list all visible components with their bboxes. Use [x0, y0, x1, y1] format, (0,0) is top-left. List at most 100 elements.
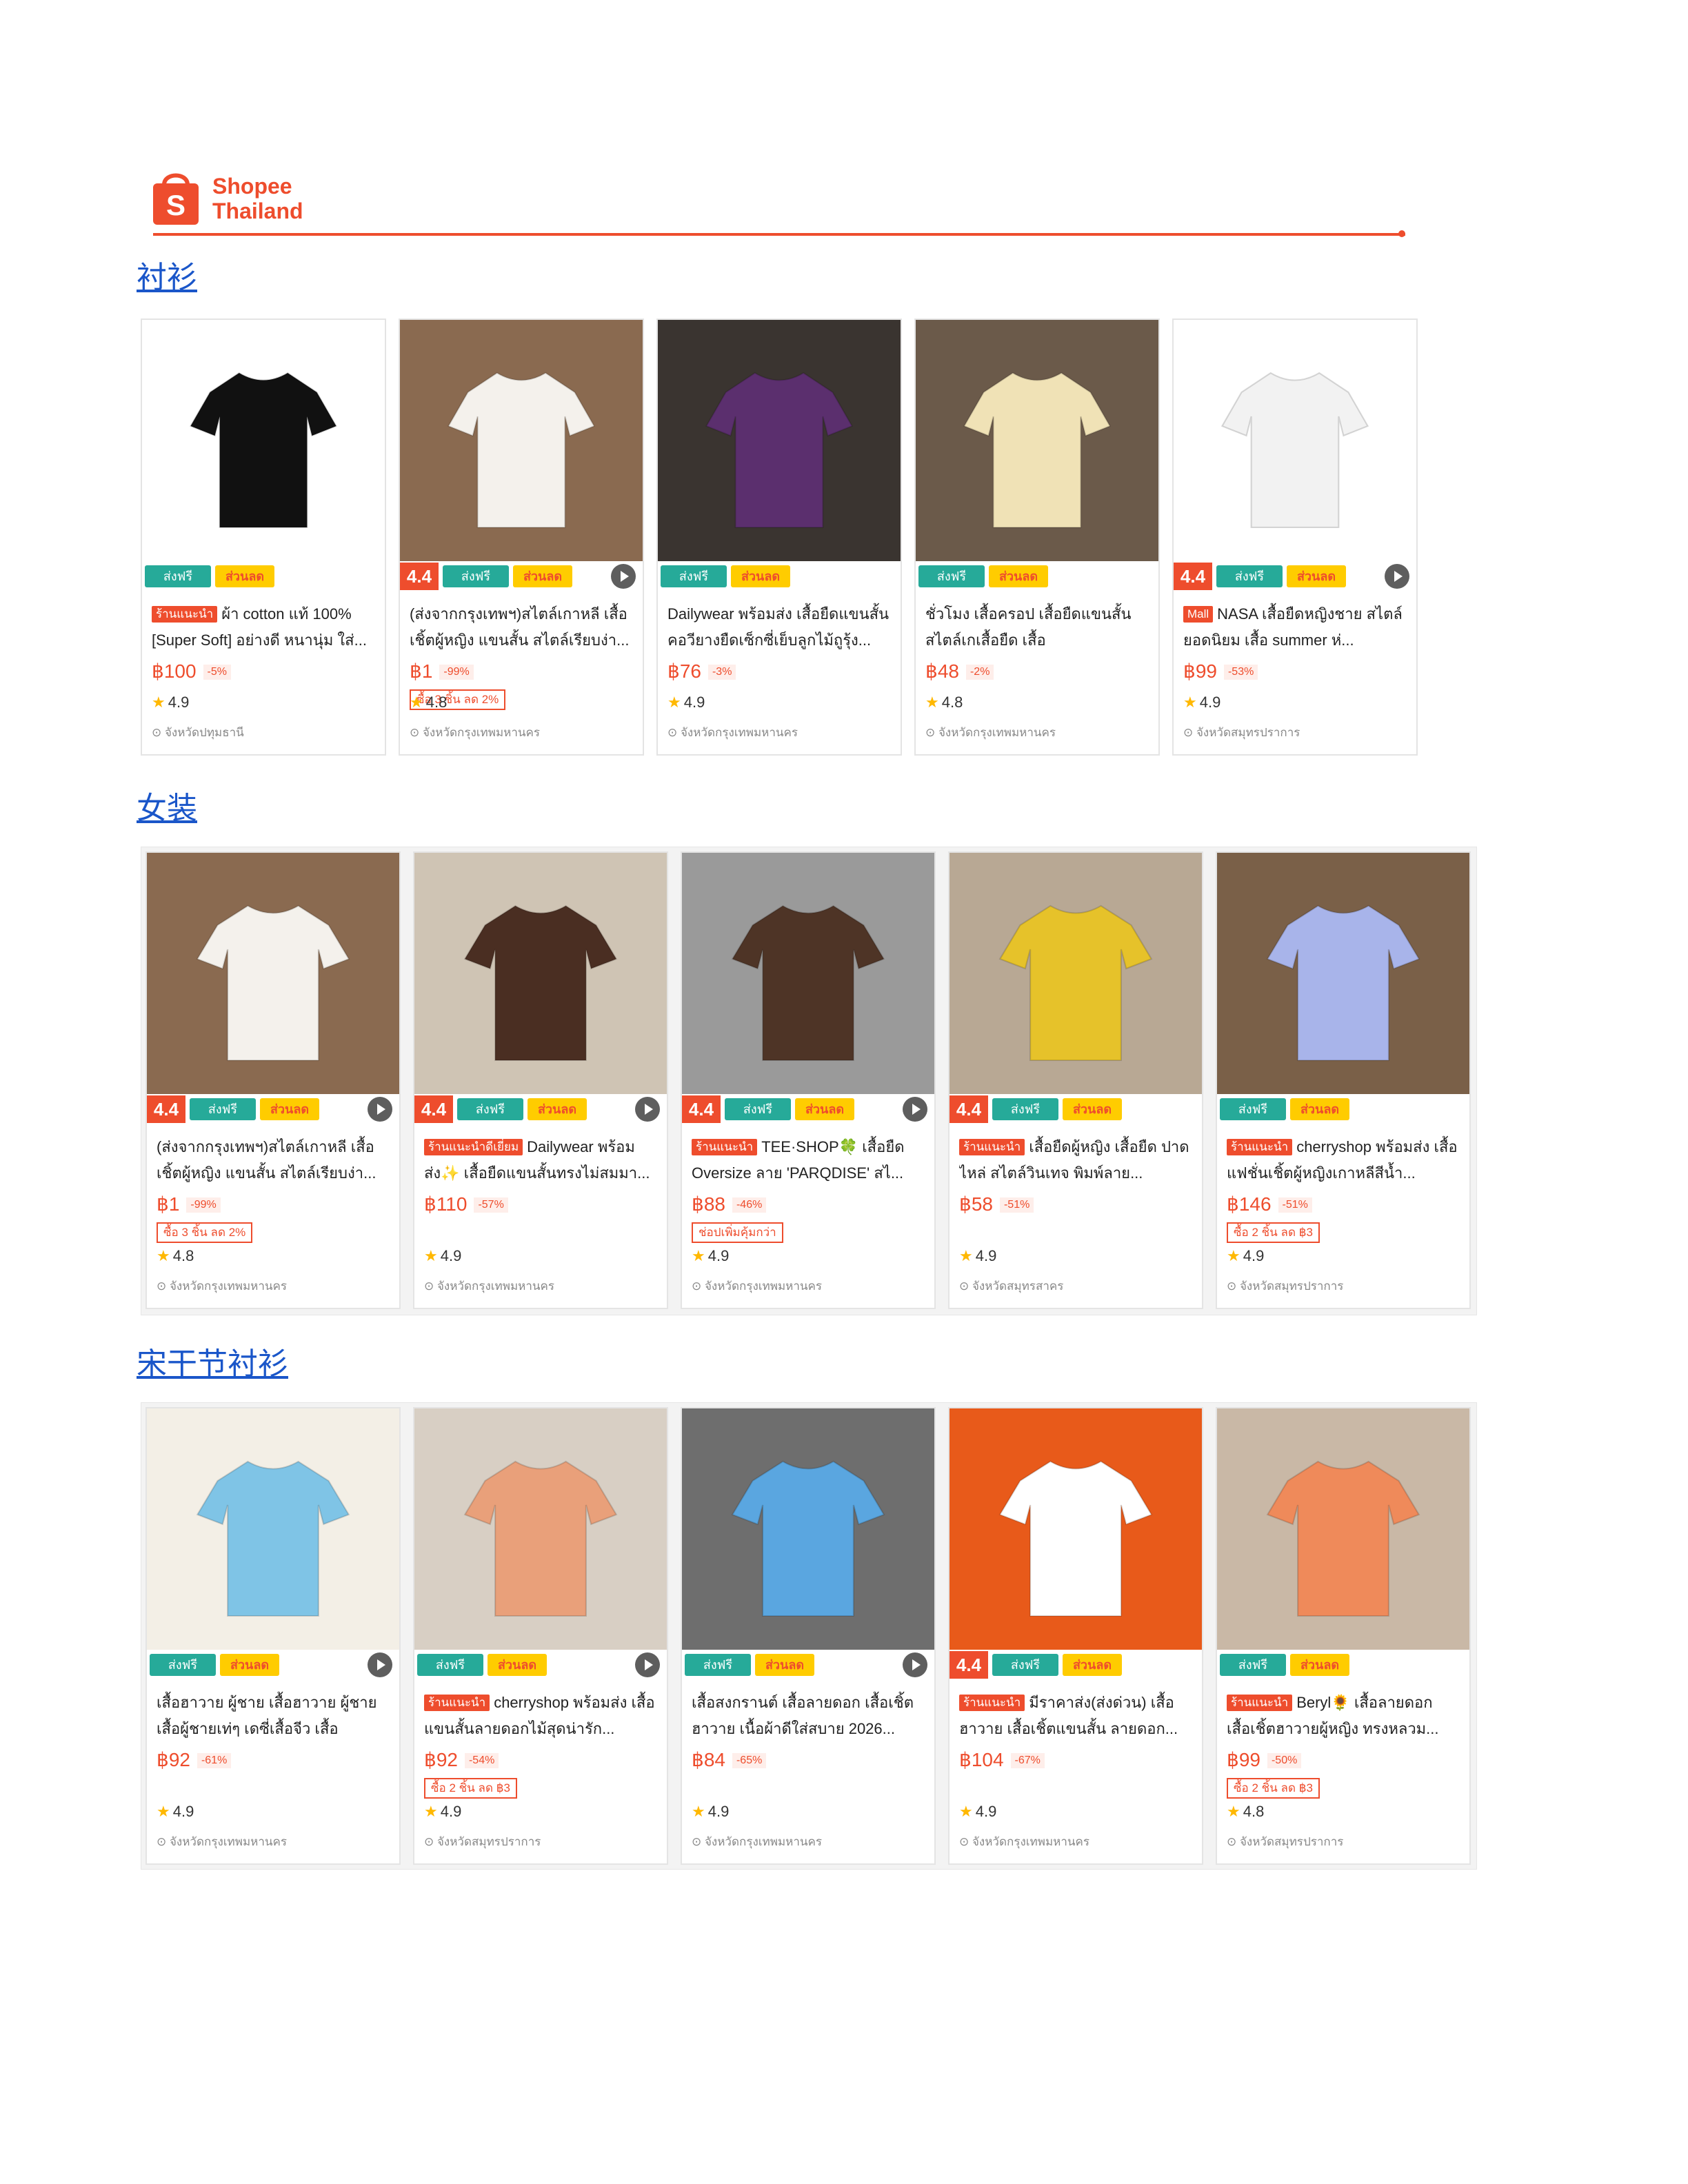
location-pin-icon: ⊙ — [424, 1280, 437, 1293]
product-image[interactable] — [658, 320, 901, 561]
discount-percent: -61% — [197, 1753, 232, 1768]
product-image[interactable] — [1174, 320, 1416, 561]
product-card[interactable]: 4.4 ส่งฟรี ส่วนลด ร้านแนะนำดีเยี่ยม Dailywea… — [413, 851, 668, 1309]
discount-percent: -51% — [1278, 1197, 1312, 1213]
section-link-songkran[interactable]: 宋干节衬衫 — [137, 1339, 288, 1383]
product-title[interactable]: (ส่งจากกรุงเทพฯ)สไตล์เกาหลี เสื้อเชิ้ตผู… — [157, 1134, 390, 1186]
product-image[interactable] — [682, 1408, 934, 1650]
product-card[interactable]: 4.4 ส่งฟรี ส่วนลด ร้านแนะนำ เสื้อยืดผู้หญิง … — [948, 851, 1203, 1309]
product-card[interactable]: ส่งฟรี ส่วนลด เสื้อฮาวาย ผู้ชาย เสื้อฮาวาย… — [145, 1407, 401, 1865]
product-card[interactable]: 4.4 ส่งฟรี ส่วนลด (ส่งจากกรุงเทพฯ)สไตล์เกาห… — [145, 851, 401, 1309]
section-link-womens[interactable]: 女装 — [137, 783, 197, 827]
star-icon: ★ — [925, 694, 939, 711]
product-rating: ★ 4.8 — [157, 1247, 194, 1265]
product-image[interactable] — [916, 320, 1158, 561]
promo-tag: ซื้อ 2 ชิ้น ลด ฿3 — [424, 1778, 517, 1799]
product-title[interactable]: เสื้อฮาวาย ผู้ชาย เสื้อฮาวาย ผู้ชาย เสื้… — [157, 1690, 390, 1742]
star-icon: ★ — [959, 1803, 973, 1820]
product-title[interactable]: ชั่วโมง เสื้อครอป เสื้อยืดแขนสั้น สไตล์เ… — [925, 601, 1149, 654]
shop-tag: ร้านแนะนำ — [959, 1695, 1025, 1711]
product-image[interactable] — [950, 1408, 1202, 1650]
product-price: ฿146 — [1227, 1193, 1272, 1215]
play-video-icon[interactable] — [903, 1097, 927, 1122]
product-image[interactable] — [1217, 853, 1469, 1094]
product-title[interactable]: ร้านแนะนำดีเยี่ยม Dailywear พร้อมส่ง✨ เสื… — [424, 1134, 657, 1186]
product-info: Dailywear พร้อมส่ง เสื้อยืดแขนสั้น คอวีย… — [667, 601, 891, 685]
product-card[interactable]: ส่งฟรี ส่วนลด ร้านแนะนำ cherryshop พร้อมส่ง… — [1216, 851, 1471, 1309]
play-video-icon[interactable] — [903, 1652, 927, 1677]
product-title[interactable]: ร้านแนะนำ Beryl🌻 เสื้อลายดอก เสื้อเชิ้ตฮา… — [1227, 1690, 1460, 1742]
product-info: ร้านแนะนำ มีราคาส่ง(ส่งด่วน) เสื้อฮาวาย เ… — [959, 1690, 1192, 1774]
product-location: ⊙ จังหวัดสมุทรปราการ — [424, 1832, 541, 1851]
play-video-icon[interactable] — [368, 1652, 392, 1677]
price-row: ฿76 -3% — [667, 658, 891, 685]
discount-percent: -99% — [186, 1197, 221, 1213]
product-image[interactable] — [147, 1408, 399, 1650]
product-rating: ★ 4.8 — [410, 694, 447, 711]
product-image-art — [147, 1408, 399, 1650]
discount-badge: ส่วนลด — [1290, 1654, 1349, 1676]
discount-badge: ส่วนลด — [260, 1098, 319, 1120]
product-title[interactable]: ร้านแนะนำ ผ้า cotton แท้ 100% [Super Soft… — [152, 601, 375, 654]
product-card[interactable]: ส่งฟรี ส่วนลดเสื้อสงกรานต์ เสื้อลายดอก เส… — [681, 1407, 936, 1865]
product-card[interactable]: 4.4 ส่งฟรี ส่วนลด ร้านแนะนำ TEE·SHOP🍀 เสื้อย… — [681, 851, 936, 1309]
rating-badge: 4.4 — [414, 1095, 453, 1123]
product-rating: ★ 4.9 — [424, 1803, 461, 1821]
product-image[interactable] — [414, 853, 667, 1094]
product-location: ⊙ จังหวัดสมุทรสาคร — [959, 1277, 1063, 1295]
section-link-shirts[interactable]: 衬衫 — [137, 252, 197, 296]
product-title[interactable]: ร้านแนะนำ cherryshop พร้อมส่ง เสื้อแขนสั้… — [424, 1690, 657, 1742]
product-card[interactable]: ส่งฟรี ส่วนลด ร้านแนะนำ cherryshop พร้อมส่ง… — [413, 1407, 668, 1865]
product-card[interactable]: ส่งฟรี ส่วนลด Dailywear พร้อมส่ง เสื้อยืดแ… — [656, 318, 902, 756]
discount-percent: -46% — [732, 1197, 767, 1213]
discount-badge: ส่วนลด — [1063, 1098, 1122, 1120]
product-title[interactable]: ร้านแนะนำ เสื้อยืดผู้หญิง เสื้อยืด ปาดไหล… — [959, 1134, 1192, 1186]
location-pin-icon: ⊙ — [1227, 1835, 1240, 1848]
product-location: ⊙ จังหวัดกรุงเทพมหานคร — [410, 723, 540, 742]
discount-badge: ส่วนลด — [513, 565, 572, 587]
product-image[interactable] — [142, 320, 385, 561]
shop-tag: ร้านแนะนำ — [424, 1695, 490, 1711]
play-video-icon[interactable] — [1385, 564, 1409, 589]
play-video-icon[interactable] — [368, 1097, 392, 1122]
discount-badge: ส่วนลด — [215, 565, 274, 587]
product-title[interactable]: ร้านแนะนำ cherryshop พร้อมส่ง เสื้อแฟชั่น… — [1227, 1134, 1460, 1186]
product-image[interactable] — [950, 853, 1202, 1094]
product-image[interactable] — [682, 853, 934, 1094]
product-image[interactable] — [400, 320, 643, 561]
product-rating: ★ 4.9 — [157, 1803, 194, 1821]
product-title[interactable]: เสื้อสงกรานต์ เสื้อลายดอก เสื้อเชิ้ตฮาวา… — [692, 1690, 925, 1742]
product-image-art — [658, 320, 901, 561]
product-card[interactable]: 4.4 ส่งฟรี ส่วนลด ร้านแนะนำ มีราคาส่ง(ส่งด่ว… — [948, 1407, 1203, 1865]
product-card[interactable]: ส่งฟรี ส่วนลด ร้านแนะนำ ผ้า cotton แท้ 100%… — [141, 318, 386, 756]
product-title[interactable]: (ส่งจากกรุงเทพฯ)สไตล์เกาหลี เสื้อเชิ้ตผู… — [410, 601, 633, 654]
badge-strip: ส่งฟรี ส่วนลด — [1217, 1651, 1469, 1679]
product-title[interactable]: Mall NASA เสื้อยืดหญิงชาย สไตล์ยอดนิยม เส… — [1183, 601, 1407, 654]
play-video-icon[interactable] — [611, 564, 636, 589]
discount-badge: ส่วนลด — [755, 1654, 814, 1676]
brand-name[interactable]: Shopee Thailand — [212, 174, 303, 223]
product-title[interactable]: ร้านแนะนำ TEE·SHOP🍀 เสื้อยืด Oversize ลาย… — [692, 1134, 925, 1186]
location-pin-icon: ⊙ — [959, 1280, 972, 1293]
product-location: ⊙ จังหวัดกรุงเทพมหานคร — [424, 1277, 554, 1295]
location-pin-icon: ⊙ — [424, 1835, 437, 1848]
product-card[interactable]: 4.4 ส่งฟรี ส่วนลด (ส่งจากกรุงเทพฯ)สไตล์เกาห… — [399, 318, 644, 756]
free-shipping-badge: ส่งฟรี — [661, 565, 727, 587]
play-video-icon[interactable] — [635, 1097, 660, 1122]
product-card[interactable]: 4.4 ส่งฟรี ส่วนลด Mall NASA เสื้อยืดหญิงชาย … — [1172, 318, 1418, 756]
product-card[interactable]: ส่งฟรี ส่วนลดร้านแนะนำ Beryl🌻 เสื้อลายดอก … — [1216, 1407, 1471, 1865]
product-title-text: เสื้อฮาวาย ผู้ชาย เสื้อฮาวาย ผู้ชาย เสื้… — [157, 1694, 377, 1737]
price-row: ฿88 -46% — [692, 1191, 925, 1218]
product-title[interactable]: Dailywear พร้อมส่ง เสื้อยืดแขนสั้น คอวีย… — [667, 601, 891, 654]
product-image-art — [414, 853, 667, 1094]
badge-strip: ส่งฟรี ส่วนลด — [682, 1651, 934, 1679]
product-image[interactable] — [147, 853, 399, 1094]
product-image[interactable] — [1217, 1408, 1469, 1650]
discount-percent: -65% — [732, 1753, 767, 1768]
play-video-icon[interactable] — [635, 1652, 660, 1677]
header-divider-dot — [1398, 230, 1405, 237]
product-card[interactable]: ส่งฟรี ส่วนลด ชั่วโมง เสื้อครอป เสื้อยืดแข… — [914, 318, 1160, 756]
product-title[interactable]: ร้านแนะนำ มีราคาส่ง(ส่งด่วน) เสื้อฮาวาย เ… — [959, 1690, 1192, 1742]
product-image[interactable] — [414, 1408, 667, 1650]
product-location: ⊙ จังหวัดกรุงเทพมหานคร — [157, 1832, 287, 1851]
